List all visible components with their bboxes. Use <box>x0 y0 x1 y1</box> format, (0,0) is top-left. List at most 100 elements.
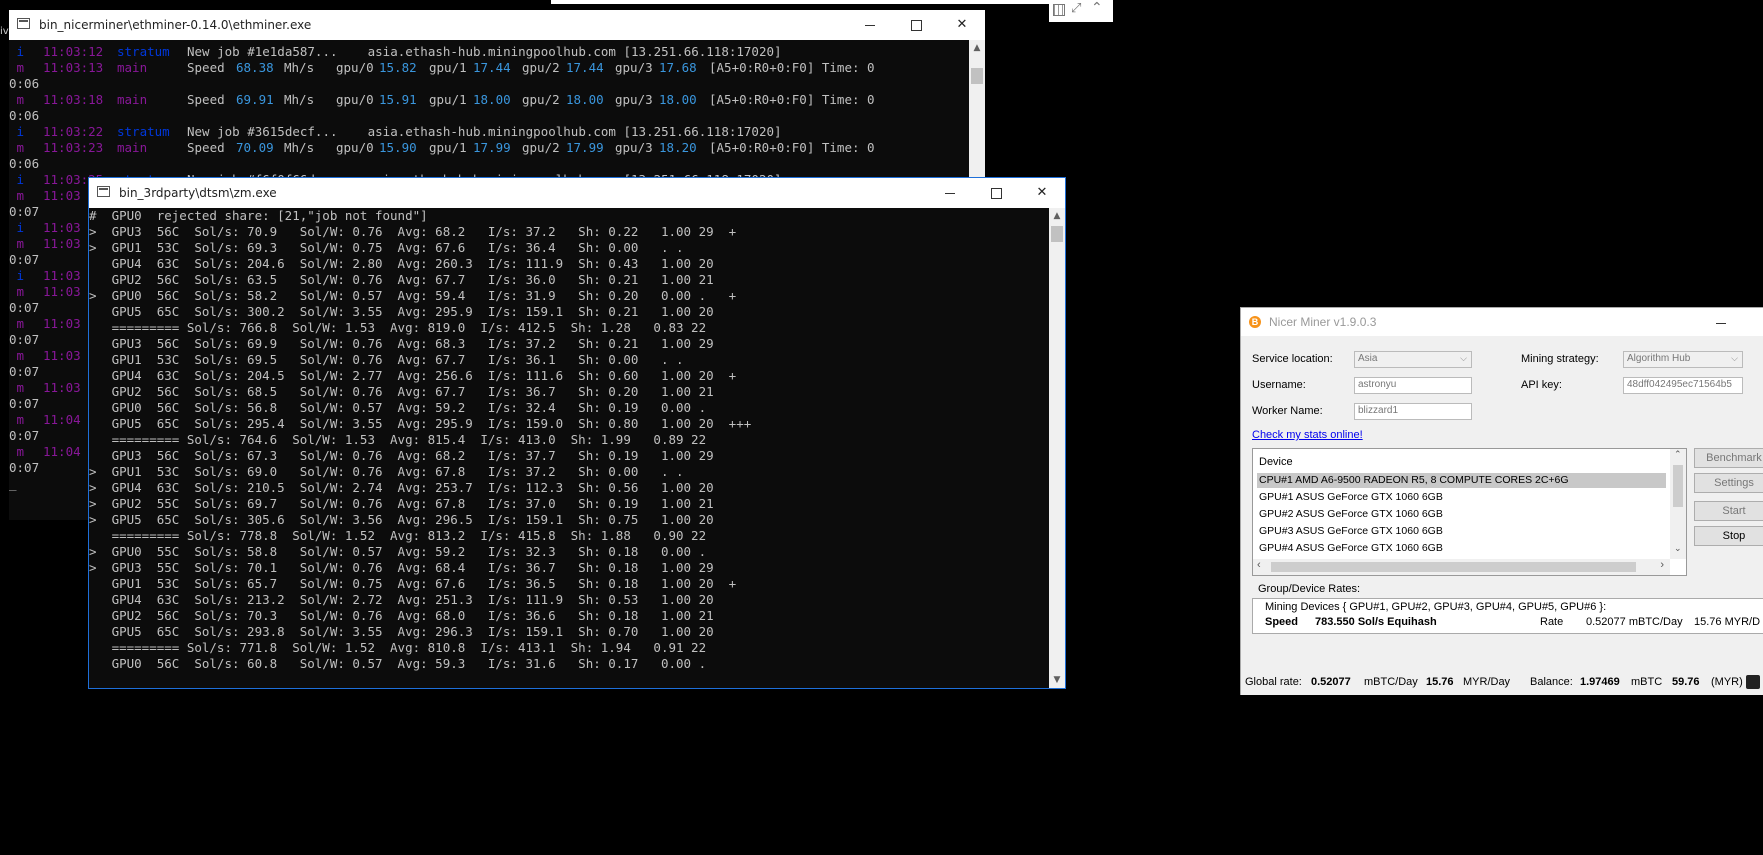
global-rate-label: Global rate: <box>1245 676 1302 688</box>
zm-titlebar[interactable]: bin_3rdparty\dtsm\zm.exe ✕ <box>89 178 1065 208</box>
balance-label: Balance: <box>1530 676 1573 688</box>
console-text: GPU2 56C Sol/s: 68.5 Sol/W: 0.76 Avg: 67… <box>89 384 714 399</box>
console-text: Speed <box>187 60 225 75</box>
minimize-button[interactable] <box>927 178 973 208</box>
balance-myr-unit: (MYR) <box>1711 676 1743 688</box>
scroll-thumb[interactable] <box>971 68 983 84</box>
scroll-left-icon[interactable]: ‹ <box>1257 559 1261 571</box>
service-location-select[interactable]: Asia <box>1354 351 1472 368</box>
device-list-vscroll[interactable]: ⌃ ⌄ <box>1670 449 1686 559</box>
console-text: m <box>9 60 25 75</box>
maximize-button[interactable] <box>973 178 1019 208</box>
console-text: 0:06 <box>9 108 40 123</box>
device-item[interactable]: GPU#1 ASUS GeForce GTX 1060 6GB <box>1257 490 1666 505</box>
device-item[interactable]: GPU#3 ASUS GeForce GTX 1060 6GB <box>1257 524 1666 539</box>
console-text: GPU1 53C Sol/s: 65.7 Sol/W: 0.75 Avg: 67… <box>89 576 737 591</box>
console-text: GPU0 56C Sol/s: 56.8 Sol/W: 0.57 Avg: 59… <box>89 400 707 415</box>
ethminer-titlebar[interactable]: bin_nicerminer\ethminer-0.14.0\ethminer.… <box>9 10 985 40</box>
console-text: m <box>9 284 25 299</box>
status-footer: Global rate: 0.52077 mBTC/Day 15.76 MYR/… <box>1241 671 1763 695</box>
close-button[interactable]: ✕ <box>939 10 985 40</box>
scroll-down-icon[interactable]: ⌄ <box>1674 543 1682 554</box>
console-text: 18.20 <box>659 140 697 155</box>
console-line: GPU2 56C Sol/s: 70.3 Sol/W: 0.76 Avg: 68… <box>89 608 1049 624</box>
scroll-up-icon[interactable]: ▲ <box>969 40 985 56</box>
grid-icon[interactable] <box>1053 4 1065 16</box>
scroll-up-icon[interactable]: ⌃ <box>1674 449 1682 460</box>
console-text: 11:03 <box>43 188 81 203</box>
console-text: Speed <box>187 92 225 107</box>
console-text: m <box>9 92 25 107</box>
console-line: GPU4 63C Sol/s: 213.2 Sol/W: 2.72 Avg: 2… <box>89 592 1049 608</box>
stop-button[interactable]: Stop <box>1694 526 1763 546</box>
global-rate-unit: mBTC/Day <box>1364 676 1418 688</box>
mining-strategy-select[interactable]: Algorithm Hub <box>1623 351 1743 368</box>
console-text: 11:03:13 <box>43 60 104 75</box>
console-text: 68.38 <box>236 60 274 75</box>
start-button[interactable]: Start <box>1694 501 1763 521</box>
device-item[interactable]: GPU#4 ASUS GeForce GTX 1060 6GB <box>1257 541 1666 556</box>
rates-group-box: Mining Devices { GPU#1, GPU#2, GPU#3, GP… <box>1252 598 1763 634</box>
console-line: GPU4 63C Sol/s: 204.5 Sol/W: 2.77 Avg: 2… <box>89 368 1049 384</box>
console-text: m <box>9 316 25 331</box>
device-list[interactable]: Device CPU#1 AMD A6-9500 RADEON R5, 8 CO… <box>1252 448 1687 576</box>
console-line: # GPU0 rejected share: [21,"job not foun… <box>89 208 1049 224</box>
close-button[interactable]: ✕ <box>1019 178 1065 208</box>
console-text: gpu/2 <box>522 60 560 75</box>
minimize-button[interactable] <box>1698 308 1738 336</box>
scroll-up-icon[interactable]: ▲ <box>1049 208 1065 224</box>
console-text: 0:06 <box>9 156 40 171</box>
scroll-down-icon[interactable]: ▼ <box>1049 672 1065 688</box>
device-item[interactable]: GPU#2 ASUS GeForce GTX 1060 6GB <box>1257 507 1666 522</box>
console-text: GPU2 56C Sol/s: 70.3 Sol/W: 0.76 Avg: 68… <box>89 608 714 623</box>
expand-icon[interactable]: ⤢ <box>1071 1 1081 16</box>
chevron-up-icon[interactable]: ⌃ <box>1091 0 1103 16</box>
console-text: m <box>9 140 25 155</box>
nicer-miner-titlebar[interactable]: B Nicer Miner v1.9.0.3 <box>1241 308 1763 336</box>
tray-icon <box>1746 675 1760 689</box>
bitcoin-icon: B <box>1249 316 1261 328</box>
scroll-right-icon[interactable]: › <box>1660 559 1664 571</box>
console-text: [A5+0:R0+0:F0] Time: 0 <box>709 140 875 155</box>
check-stats-link[interactable]: Check my stats online! <box>1252 429 1363 441</box>
scroll-thumb[interactable] <box>1271 562 1636 572</box>
maximize-button[interactable] <box>893 10 939 40</box>
console-text: 11:04 <box>43 412 81 427</box>
console-line: 0:06 <box>9 108 969 124</box>
benchmark-button[interactable]: Benchmark <box>1694 448 1763 468</box>
console-text: ========= Sol/s: 778.8 Sol/W: 1.52 Avg: … <box>89 528 707 543</box>
api-key-input[interactable]: 48dff042495ec71564b5 <box>1623 377 1743 394</box>
console-text: 15.82 <box>379 60 417 75</box>
console-text: 17.44 <box>473 60 511 75</box>
device-list-hscroll[interactable]: ‹ › <box>1253 559 1670 575</box>
scroll-thumb[interactable] <box>1051 226 1063 242</box>
zm-title: bin_3rdparty\dtsm\zm.exe <box>119 186 277 200</box>
rate-myr-value: 15.76 MYR/D <box>1694 616 1761 628</box>
console-line: > GPU5 65C Sol/s: 305.6 Sol/W: 3.56 Avg:… <box>89 512 1049 528</box>
console-line: GPU0 56C Sol/s: 56.8 Sol/W: 0.57 Avg: 59… <box>89 400 1049 416</box>
worker-name-input[interactable]: blizzard1 <box>1354 403 1472 420</box>
console-text: ========= Sol/s: 764.6 Sol/W: 1.53 Avg: … <box>89 432 707 447</box>
console-text: 0:07 <box>9 332 40 347</box>
nicer-miner-window[interactable]: B Nicer Miner v1.9.0.3 Service location:… <box>1240 307 1763 695</box>
console-line: > GPU1 53C Sol/s: 69.0 Sol/W: 0.76 Avg: … <box>89 464 1049 480</box>
global-myr-value: 15.76 <box>1426 676 1454 688</box>
console-text: ========= Sol/s: 771.8 Sol/W: 1.52 Avg: … <box>89 640 707 655</box>
zm-scrollbar[interactable]: ▲ ▼ <box>1049 208 1065 688</box>
console-text: gpu/1 <box>429 140 467 155</box>
device-item[interactable]: CPU#1 AMD A6-9500 RADEON R5, 8 COMPUTE C… <box>1257 473 1666 488</box>
console-line: ========= Sol/s: 766.8 Sol/W: 1.53 Avg: … <box>89 320 1049 336</box>
console-text: _ <box>9 476 17 491</box>
scroll-thumb[interactable] <box>1673 465 1683 507</box>
username-input[interactable]: astronyu <box>1354 377 1472 394</box>
console-text: m <box>9 444 25 459</box>
console-text: main <box>117 60 148 75</box>
zm-window[interactable]: bin_3rdparty\dtsm\zm.exe ✕ # GPU0 reject… <box>88 177 1066 689</box>
minimize-button[interactable] <box>847 10 893 40</box>
maximize-button[interactable] <box>1745 308 1763 336</box>
console-text: 18.00 <box>473 92 511 107</box>
settings-button[interactable]: Settings <box>1694 473 1763 493</box>
console-line: GPU3 56C Sol/s: 67.3 Sol/W: 0.76 Avg: 68… <box>89 448 1049 464</box>
console-text: GPU2 56C Sol/s: 63.5 Sol/W: 0.76 Avg: 67… <box>89 272 714 287</box>
console-text: [A5+0:R0+0:F0] Time: 0 <box>709 92 875 107</box>
